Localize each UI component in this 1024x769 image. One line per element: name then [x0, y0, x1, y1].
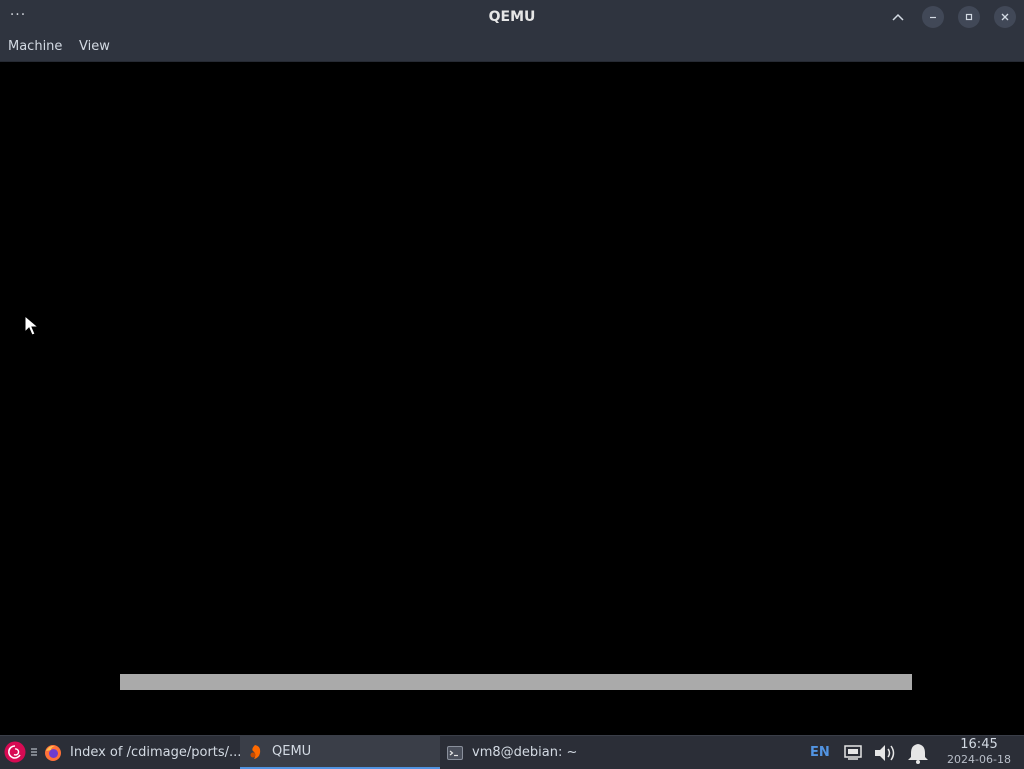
qemu-window: ··· QEMU Machine View	[0, 0, 1024, 735]
maximize-button[interactable]	[958, 6, 980, 28]
network-icon[interactable]	[843, 742, 863, 766]
volume-icon[interactable]	[873, 742, 899, 768]
menu-view[interactable]: View	[79, 34, 110, 61]
taskbar: Index of /cdimage/ports/... QEMU vm8@deb…	[0, 735, 1024, 769]
terminal-icon	[447, 745, 463, 760]
taskbar-item-label: Index of /cdimage/ports/...	[70, 745, 240, 760]
minimize-icon	[930, 16, 936, 19]
qemu-icon	[250, 744, 261, 759]
menu-machine[interactable]: Machine	[8, 34, 62, 61]
close-icon	[1001, 13, 1009, 21]
restore-icon	[965, 13, 973, 21]
shade-window-button[interactable]	[887, 6, 909, 28]
minimize-button[interactable]	[922, 6, 944, 28]
boot-progress-fill	[120, 674, 912, 690]
firefox-icon	[45, 744, 61, 761]
menubar: Machine View	[0, 34, 1024, 62]
clock-time: 16:45	[960, 737, 998, 752]
close-button[interactable]	[994, 6, 1016, 28]
taskbar-item-firefox[interactable]: Index of /cdimage/ports/...	[38, 736, 240, 769]
debian-menu-button[interactable]	[4, 741, 26, 763]
vm-display[interactable]	[0, 62, 1024, 735]
chevron-up-icon	[892, 13, 904, 21]
keyboard-layout-indicator[interactable]: EN	[810, 736, 830, 769]
window-titlebar[interactable]: ··· QEMU	[0, 0, 1024, 34]
taskbar-item-qemu[interactable]: QEMU	[240, 736, 440, 769]
window-title: QEMU	[488, 9, 536, 25]
clock-date: 2024-06-18	[947, 753, 1011, 766]
show-desktop-icon	[31, 748, 37, 756]
clock[interactable]: 16:45 2024-06-18	[940, 737, 1018, 767]
taskbar-item-label: vm8@debian: ~	[472, 745, 578, 760]
taskbar-item-label: QEMU	[272, 744, 312, 759]
notification-bell-icon[interactable]	[905, 742, 931, 768]
mouse-pointer-icon	[24, 314, 40, 341]
taskbar-item-terminal[interactable]: vm8@debian: ~	[440, 736, 640, 769]
show-desktop-button[interactable]	[30, 744, 38, 760]
boot-progress-bar	[120, 674, 912, 690]
debian-logo-icon	[4, 741, 26, 763]
